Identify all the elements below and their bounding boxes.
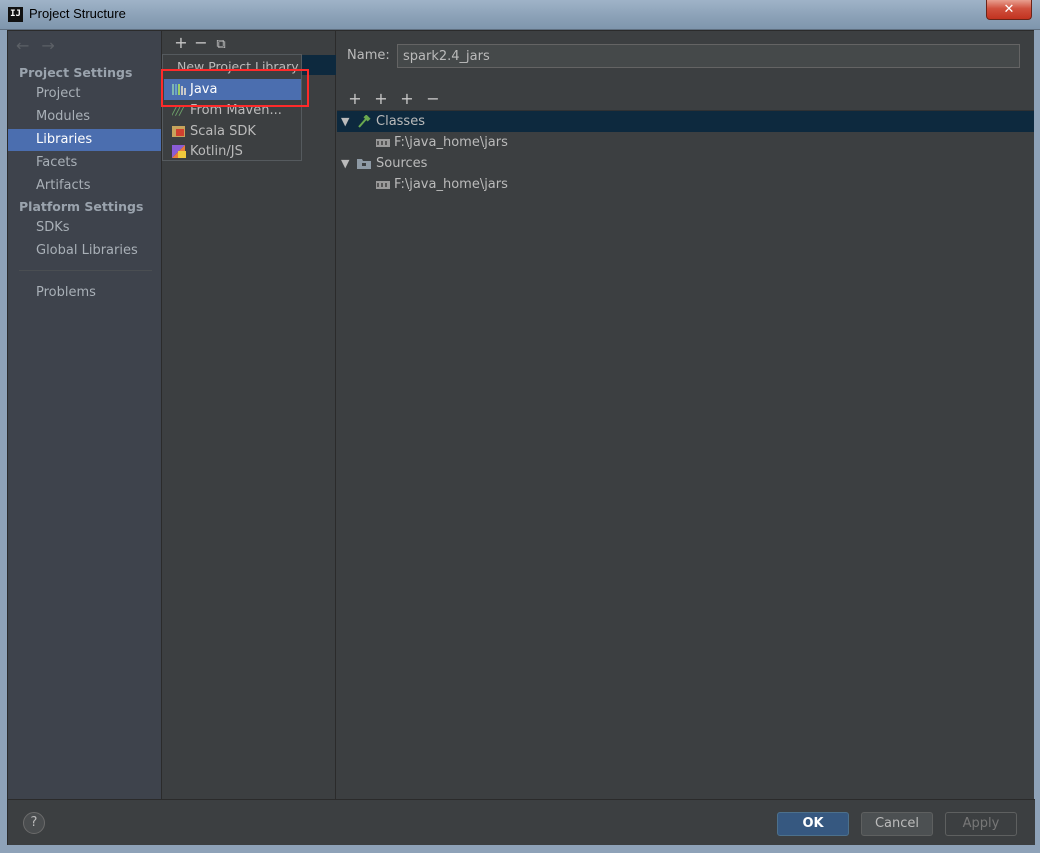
window-title-bar: IJ Project Structure ✕ — [0, 0, 1040, 30]
nav-item-problems[interactable]: Problems — [8, 282, 161, 304]
project-settings-header: Project Settings — [19, 65, 133, 80]
help-button[interactable]: ? — [23, 812, 45, 834]
remove-root-button[interactable]: − — [420, 90, 446, 108]
nav-divider — [19, 270, 152, 271]
back-arrow-icon[interactable]: ← — [16, 36, 29, 55]
window-title: Project Structure — [29, 6, 126, 21]
remove-library-button[interactable]: − — [191, 34, 211, 52]
add-root-alt-button[interactable]: + — [368, 90, 394, 108]
java-highlight-annotation-box — [161, 69, 309, 107]
classes-hammer-icon — [358, 115, 371, 128]
tree-row-classes[interactable]: ▼ Classes — [337, 111, 1034, 132]
nav-item-facets[interactable]: Facets — [8, 152, 161, 174]
name-label: Name: — [347, 48, 390, 63]
jar-directory-icon — [376, 139, 390, 147]
intellij-app-icon: IJ — [8, 7, 23, 22]
tree-label-sources-path: F:\java_home\jars — [394, 177, 508, 192]
nav-history: ← → — [16, 36, 67, 55]
cancel-button[interactable]: Cancel — [861, 812, 933, 836]
forward-arrow-icon[interactable]: → — [41, 36, 54, 55]
jar-directory-icon — [376, 181, 390, 189]
scala-sdk-icon — [172, 126, 185, 137]
dialog-button-bar: ? OK Cancel Apply — [8, 799, 1035, 846]
add-library-button[interactable]: + — [171, 34, 191, 52]
ok-button[interactable]: OK — [777, 812, 849, 836]
project-structure-dialog: ← → Project Settings Project Modules Libr… — [7, 30, 1035, 846]
library-roots-toolbar: + + + − — [342, 90, 446, 108]
add-root-button[interactable]: + — [342, 90, 368, 108]
window-frame-right — [1034, 30, 1040, 845]
kotlin-js-icon — [172, 145, 186, 158]
copy-library-icon[interactable]: ⧉ — [211, 36, 231, 54]
expand-triangle-icon[interactable]: ▼ — [341, 111, 349, 132]
apply-button[interactable]: Apply — [945, 812, 1017, 836]
nav-item-global-libraries[interactable]: Global Libraries — [8, 240, 161, 262]
window-frame-left — [0, 30, 7, 845]
tree-row-classes-path[interactable]: F:\java_home\jars — [337, 132, 1034, 153]
window-close-button[interactable]: ✕ — [986, 0, 1032, 20]
tree-label-classes-path: F:\java_home\jars — [394, 135, 508, 150]
popup-item-scala-sdk[interactable]: Scala SDK — [164, 121, 301, 142]
nav-item-sdks[interactable]: SDKs — [8, 217, 161, 239]
popup-item-label: Scala SDK — [190, 124, 256, 139]
settings-nav: ← → Project Settings Project Modules Libr… — [8, 31, 162, 799]
tree-label-classes: Classes — [376, 114, 425, 129]
library-name-field[interactable] — [397, 44, 1020, 68]
nav-item-artifacts[interactable]: Artifacts — [8, 175, 161, 197]
nav-item-libraries[interactable]: Libraries — [8, 129, 161, 151]
library-details-panel: Name: +++− ▼ Classes F:\java_home\jars ▼… — [337, 31, 1034, 799]
popup-item-label: Kotlin/JS — [190, 144, 243, 159]
add-jar-button[interactable]: + — [394, 90, 420, 108]
library-list-toolbar: + − ⧉ — [171, 34, 231, 54]
popup-item-kotlin-js[interactable]: Kotlin/JS — [164, 141, 301, 162]
nav-item-modules[interactable]: Modules — [8, 106, 161, 128]
platform-settings-header: Platform Settings — [19, 199, 144, 214]
tree-row-sources-path[interactable]: F:\java_home\jars — [337, 174, 1034, 195]
expand-triangle-icon[interactable]: ▼ — [341, 153, 349, 174]
sources-folder-icon — [357, 159, 371, 169]
window-frame-bottom — [0, 845, 1040, 853]
tree-row-sources[interactable]: ▼ Sources — [337, 153, 1034, 174]
tree-label-sources: Sources — [376, 156, 428, 171]
nav-item-project[interactable]: Project — [8, 83, 161, 105]
